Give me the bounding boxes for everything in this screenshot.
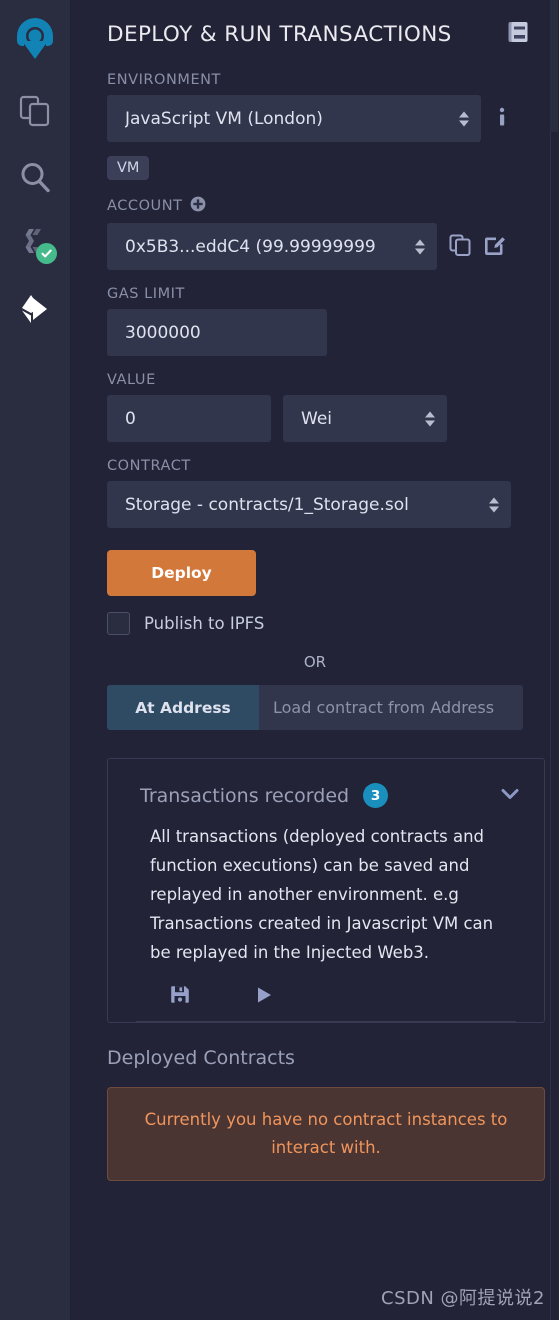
or-divider: OR <box>303 653 327 671</box>
file-explorer-icon <box>19 95 50 127</box>
copy-icon[interactable] <box>449 234 471 260</box>
transactions-recorded-body: All transactions (deployed contracts and… <box>108 808 544 967</box>
chevron-updown-icon <box>489 497 499 512</box>
book-icon[interactable] <box>507 20 529 48</box>
transactions-recorded-header[interactable]: Transactions recorded 3 <box>108 759 544 808</box>
page-title: DEPLOY & RUN TRANSACTIONS <box>107 21 452 47</box>
play-icon[interactable] <box>254 985 274 1009</box>
at-address-input[interactable] <box>259 685 523 730</box>
sidebar-item-deploy-run[interactable] <box>0 276 71 342</box>
transactions-recorded-actions <box>136 971 516 1022</box>
environment-label: ENVIRONMENT <box>107 72 221 88</box>
value-unit: Wei <box>301 408 332 429</box>
remix-logo-icon <box>17 18 53 59</box>
info-icon[interactable] <box>493 106 511 132</box>
account-label-text: ACCOUNT <box>107 198 183 214</box>
sidebar-item-search[interactable] <box>0 144 71 210</box>
plus-circle-icon[interactable] <box>190 196 206 216</box>
chevron-updown-icon <box>425 411 435 426</box>
account-select[interactable]: 0x5B3...eddC4 (99.99999999 <box>107 223 437 270</box>
transactions-recorded-description: All transactions (deployed contracts and… <box>150 827 494 962</box>
panel-body: ENVIRONMENT JavaScript VM (London) VM AC… <box>71 72 559 730</box>
at-address-button[interactable]: At Address <box>107 685 259 730</box>
sidebar-item-solidity-compiler[interactable] <box>0 210 71 276</box>
gas-limit-value: 3000000 <box>125 322 201 343</box>
save-icon[interactable] <box>170 985 190 1009</box>
plugin-icon-bar <box>0 0 71 1320</box>
value-input[interactable]: 0 <box>107 395 271 442</box>
vm-badge: VM <box>107 156 150 180</box>
transactions-recorded-title: Transactions recorded <box>140 784 350 807</box>
sidebar-item-remix-logo[interactable] <box>0 6 71 78</box>
publish-ipfs-checkbox[interactable] <box>107 612 130 635</box>
search-icon <box>21 163 50 193</box>
chevron-down-icon[interactable] <box>500 786 520 805</box>
transactions-count-badge: 3 <box>363 783 389 808</box>
value-row: 0 Wei <box>107 395 523 442</box>
transactions-recorded-card: Transactions recorded 3 All transactions… <box>107 758 545 1023</box>
environment-select[interactable]: JavaScript VM (London) <box>107 95 481 142</box>
deploy-run-icon <box>22 295 47 323</box>
sidebar-item-file-explorer[interactable] <box>0 78 71 144</box>
gas-limit-input[interactable]: 3000000 <box>107 309 327 356</box>
at-address-row: At Address <box>107 685 523 730</box>
value-amount: 0 <box>125 408 136 429</box>
account-label: ACCOUNT <box>107 196 523 216</box>
check-icon <box>40 249 52 258</box>
panel-header: DEPLOY & RUN TRANSACTIONS <box>71 0 559 48</box>
deploy-button[interactable]: Deploy <box>107 550 256 596</box>
panel-scrollbar-thumb[interactable] <box>550 0 558 132</box>
panel-scrollbar[interactable] <box>550 0 559 1320</box>
chevron-updown-icon <box>415 239 425 254</box>
watermark: CSDN @阿提说说2 <box>381 1288 545 1309</box>
compiler-success-badge <box>35 243 57 264</box>
remix-ide-window: DEPLOY & RUN TRANSACTIONS ENVIRONMENT Ja… <box>0 0 559 1320</box>
publish-ipfs-row[interactable]: Publish to IPFS <box>107 612 523 635</box>
deploy-run-panel: DEPLOY & RUN TRANSACTIONS ENVIRONMENT Ja… <box>71 0 559 1320</box>
contract-select[interactable]: Storage - contracts/1_Storage.sol <box>107 481 511 528</box>
value-unit-select[interactable]: Wei <box>283 395 447 442</box>
publish-ipfs-label: Publish to IPFS <box>144 614 265 633</box>
deployed-contracts-empty-alert: Currently you have no contract instances… <box>107 1087 545 1181</box>
edit-icon[interactable] <box>483 233 506 260</box>
chevron-updown-icon <box>459 111 469 126</box>
gas-limit-label: GAS LIMIT <box>107 286 185 302</box>
contract-value: Storage - contracts/1_Storage.sol <box>125 494 409 515</box>
environment-value: JavaScript VM (London) <box>125 108 323 129</box>
environment-row: JavaScript VM (London) <box>107 95 523 142</box>
contract-label: CONTRACT <box>107 458 191 474</box>
account-value: 0x5B3...eddC4 (99.99999999 <box>125 236 376 257</box>
deployed-contracts-title: Deployed Contracts <box>107 1047 295 1069</box>
value-label: VALUE <box>107 372 156 388</box>
account-row: 0x5B3...eddC4 (99.99999999 <box>107 223 523 270</box>
